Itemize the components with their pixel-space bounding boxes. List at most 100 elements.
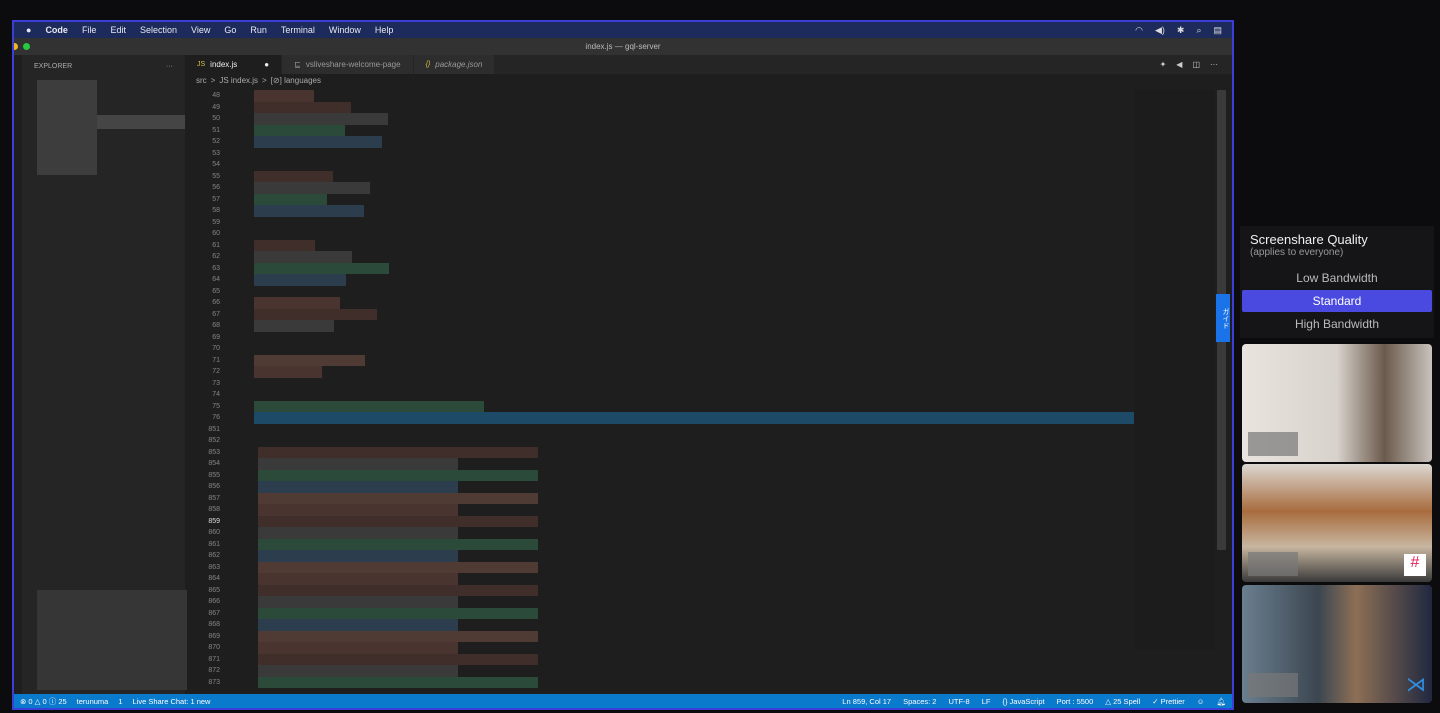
more-actions-icon[interactable]: ··· <box>1210 60 1218 69</box>
menu-run[interactable]: Run <box>250 25 267 35</box>
tab-package-json[interactable]: {} package.json <box>413 55 496 74</box>
unsaved-dot-icon[interactable]: ● <box>264 55 269 74</box>
code-line-blurred <box>254 320 334 332</box>
menu-code[interactable]: Code <box>45 25 68 35</box>
menu-file[interactable]: File <box>82 25 97 35</box>
code-line-blurred <box>258 481 458 493</box>
editor-tabs: JS index.js ● ⊑ vsliveshare-welcome-page {}… <box>185 55 1232 74</box>
line-number: 56 <box>212 184 220 191</box>
menu-help[interactable]: Help <box>375 25 394 35</box>
code-line-blurred <box>254 251 352 263</box>
menu-edit[interactable]: Edit <box>110 25 126 35</box>
line-number: 868 <box>208 621 220 628</box>
line-number: 860 <box>208 529 220 536</box>
search-icon[interactable]: ⌕ <box>1196 25 1201 36</box>
line-number: 869 <box>208 632 220 640</box>
crumb-src[interactable]: src <box>196 76 207 85</box>
menu-go[interactable]: Go <box>224 25 236 35</box>
participant-video-1[interactable] <box>1242 344 1432 462</box>
volume-icon[interactable]: ◀) <box>1155 25 1165 36</box>
file-tree-blurred[interactable] <box>37 80 97 175</box>
line-number: 53 <box>212 149 220 157</box>
liveshare-user[interactable]: terunuma <box>77 697 109 706</box>
line-number: 865 <box>208 586 220 594</box>
code-line-blurred <box>258 573 458 585</box>
status-bar: ⊗ 0 △ 0 ⓘ 25 terunuma 1 Live Share Chat:… <box>14 694 1232 708</box>
code-line-blurred <box>258 515 538 527</box>
apple-icon[interactable]: ● <box>26 25 31 35</box>
line-number: 58 <box>212 207 220 214</box>
title-bar: index.js — gql-server <box>14 38 1232 55</box>
code-line-blurred <box>254 113 388 125</box>
zoom-icon[interactable] <box>23 43 30 50</box>
file-tree-blurred[interactable] <box>97 115 185 129</box>
code-line-blurred <box>254 262 389 274</box>
crumb-file[interactable]: JS index.js <box>219 76 258 85</box>
option-standard[interactable]: Standard <box>1242 290 1432 312</box>
split-editor-icon[interactable]: ◫ <box>1192 60 1200 69</box>
mac-menubar: ● Code File Edit Selection View Go Run T… <box>14 22 1232 38</box>
line-number: 66 <box>212 299 220 306</box>
liveshare-chat[interactable]: Live Share Chat: 1 new <box>133 697 211 706</box>
feedback-icon[interactable]: ☺ <box>1197 697 1205 706</box>
code-line-blurred <box>258 584 538 596</box>
code-editor[interactable] <box>238 90 1144 690</box>
line-number: 50 <box>212 115 220 122</box>
spell-check[interactable]: △ 25 Spell <box>1105 697 1140 706</box>
wifi-icon[interactable]: ◠ <box>1135 25 1143 36</box>
preview-icon: ⊑ <box>294 60 301 69</box>
quality-title: Screenshare Quality <box>1250 232 1368 247</box>
line-number: 48 <box>212 92 220 99</box>
line-number: 74 <box>212 391 220 398</box>
code-line-blurred <box>258 458 458 470</box>
menu-selection[interactable]: Selection <box>140 25 177 35</box>
line-number: 55 <box>212 172 220 180</box>
code-line-blurred <box>258 538 538 550</box>
indentation[interactable]: Spaces: 2 <box>903 697 936 706</box>
problems-indicator[interactable]: ⊗ 0 △ 0 ⓘ 25 <box>20 696 67 707</box>
notifications-icon[interactable]: 🔔︎ <box>1216 697 1226 706</box>
code-line-blurred <box>258 596 458 608</box>
tab-welcome-page[interactable]: ⊑ vsliveshare-welcome-page <box>282 55 414 74</box>
code-line-blurred <box>254 274 346 286</box>
line-number: 858 <box>208 506 220 513</box>
crumb-sep: > <box>210 76 216 85</box>
minimap[interactable] <box>1134 90 1214 650</box>
menu-window[interactable]: Window <box>329 25 361 35</box>
menu-terminal[interactable]: Terminal <box>281 25 315 35</box>
encoding[interactable]: UTF-8 <box>948 697 969 706</box>
explorer-more-button[interactable]: ··· <box>166 63 173 70</box>
participant-video-3[interactable]: ⋊ <box>1242 585 1432 703</box>
menu-view[interactable]: View <box>191 25 210 35</box>
minimize-icon[interactable] <box>14 43 18 50</box>
liveshare-pin-icon[interactable]: ✦ <box>1160 60 1167 69</box>
eol[interactable]: LF <box>982 697 991 706</box>
crumb-symbol[interactable]: [⊘] languages <box>271 76 321 85</box>
shared-count[interactable]: 1 <box>118 697 122 706</box>
code-line-blurred <box>254 182 370 194</box>
prettier[interactable]: ✓ Prettier <box>1152 697 1185 706</box>
option-low-bandwidth[interactable]: Low Bandwidth <box>1242 267 1432 289</box>
live-server-port[interactable]: Port : 5500 <box>1057 697 1094 706</box>
js-icon: JS <box>197 61 206 68</box>
broadcast-icon[interactable]: ◀ <box>1176 60 1182 69</box>
crumb-sep: > <box>262 76 267 85</box>
cursor-position[interactable]: Ln 859, Col 17 <box>842 697 891 706</box>
code-line-blurred <box>254 170 333 182</box>
control-center-icon[interactable]: ▤ <box>1213 25 1222 36</box>
participant-video-2[interactable]: # <box>1242 464 1432 582</box>
bluetooth-icon[interactable]: ✱ <box>1177 25 1185 36</box>
explorer-title: EXPLORER <box>34 63 73 70</box>
guide-side-tab[interactable]: ガイド <box>1216 294 1230 342</box>
line-number: 870 <box>208 644 220 651</box>
option-high-bandwidth[interactable]: High Bandwidth <box>1242 313 1432 335</box>
code-line-blurred <box>254 124 345 136</box>
language-mode[interactable]: {} JavaScript <box>1002 697 1044 706</box>
tab-index-js[interactable]: JS index.js ● <box>185 55 283 74</box>
code-line-blurred <box>254 101 351 113</box>
line-number: 59 <box>212 218 220 226</box>
tab-label: package.json <box>435 60 483 69</box>
tab-label: index.js <box>210 60 238 69</box>
bottom-panel-blurred[interactable] <box>37 590 187 690</box>
slack-icon: # <box>1404 554 1426 576</box>
